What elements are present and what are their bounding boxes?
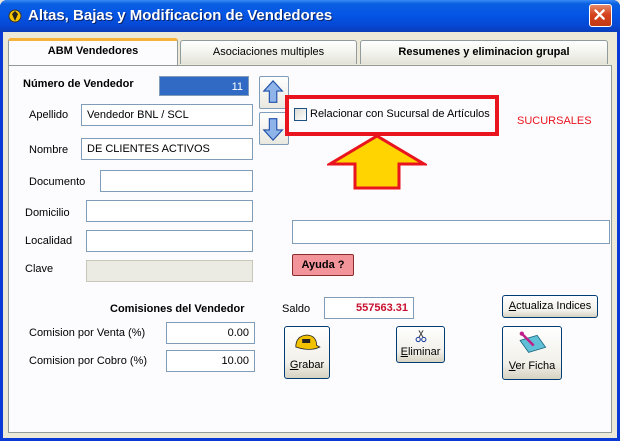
eliminar-button[interactable]: Eliminar — [396, 326, 445, 363]
arrow-up-icon — [262, 80, 284, 103]
tab-abm-vendedores[interactable]: ABM Vendedores — [8, 38, 178, 65]
grabar-button[interactable]: Grabar — [284, 326, 330, 379]
close-button[interactable] — [589, 4, 612, 27]
relacionar-label: Relacionar con Sucursal de Artículos — [310, 108, 490, 120]
documento-field[interactable] — [100, 170, 253, 192]
app-gear-icon — [8, 9, 22, 23]
apellido-label: Apellido — [29, 109, 69, 121]
localidad-field[interactable] — [86, 230, 253, 252]
domicilio-field[interactable] — [86, 200, 253, 222]
arrow-down-icon — [262, 118, 284, 141]
sucursal-extra-field[interactable] — [292, 220, 610, 244]
window-title: Altas, Bajas y Modificacion de Vendedore… — [28, 7, 333, 24]
actualiza-accel: A — [508, 300, 517, 312]
title-bar: Altas, Bajas y Modificacion de Vendedore… — [0, 0, 620, 32]
arrow-up-callout-icon — [327, 134, 427, 190]
grabar-label-wrap: Grabar — [285, 359, 329, 371]
tab-panel-abm: Número de Vendedor 11 Apellido Vendedor … — [8, 65, 612, 433]
sucursales-label: SUCURSALES — [517, 115, 592, 127]
nombre-field[interactable]: DE CLIENTES ACTIVOS — [81, 138, 253, 160]
eliminar-accel: E — [400, 346, 408, 358]
comision-cobro-label: Comision por Cobro (%) — [29, 355, 147, 367]
window: Altas, Bajas y Modificacion de Vendedore… — [0, 0, 620, 441]
actualiza-indices-button[interactable]: Actualiza Indices — [502, 295, 598, 318]
eliminar-label-wrap: Eliminar — [397, 346, 444, 358]
tab-resumenes[interactable]: Resumenes y eliminacion grupal — [360, 40, 608, 64]
cap-icon — [295, 334, 321, 350]
edit-card-icon — [519, 331, 547, 353]
numero-vendedor-label: Número de Vendedor — [23, 78, 134, 90]
apellido-field[interactable]: Vendedor BNL / SCL — [81, 104, 253, 126]
clave-field — [86, 260, 253, 282]
scissors-icon — [415, 330, 426, 343]
client-area: ABM Vendedores Asociaciones multiples Re… — [3, 32, 617, 438]
saldo-field: 557563.31 — [324, 297, 414, 319]
grabar-label: rabar — [298, 359, 325, 371]
clave-label: Clave — [25, 263, 54, 275]
nombre-label: Nombre — [29, 144, 69, 156]
ayuda-button[interactable]: Ayuda ? — [292, 254, 354, 276]
actualiza-label: ctualiza Indices — [516, 300, 592, 312]
comision-cobro-field[interactable]: 10.00 — [166, 350, 255, 372]
verficha-label: er Ficha — [515, 360, 556, 372]
ver-ficha-label-wrap: Ver Ficha — [503, 360, 561, 372]
relacionar-checkbox[interactable] — [294, 108, 307, 121]
documento-label: Documento — [29, 176, 86, 188]
localidad-label: Localidad — [25, 235, 73, 247]
eliminar-label: liminar — [407, 346, 441, 358]
tab-asociaciones-multiples[interactable]: Asociaciones multiples — [180, 40, 357, 64]
ver-ficha-button[interactable]: Ver Ficha — [502, 326, 562, 380]
close-icon — [594, 9, 605, 20]
comision-venta-field[interactable]: 0.00 — [166, 322, 255, 344]
comisiones-title: Comisiones del Vendedor — [110, 303, 245, 315]
domicilio-label: Domicilio — [25, 207, 70, 219]
saldo-label: Saldo — [282, 303, 311, 315]
comision-venta-label: Comision por Venta (%) — [29, 327, 146, 339]
numero-vendedor-field[interactable]: 11 — [159, 76, 249, 96]
